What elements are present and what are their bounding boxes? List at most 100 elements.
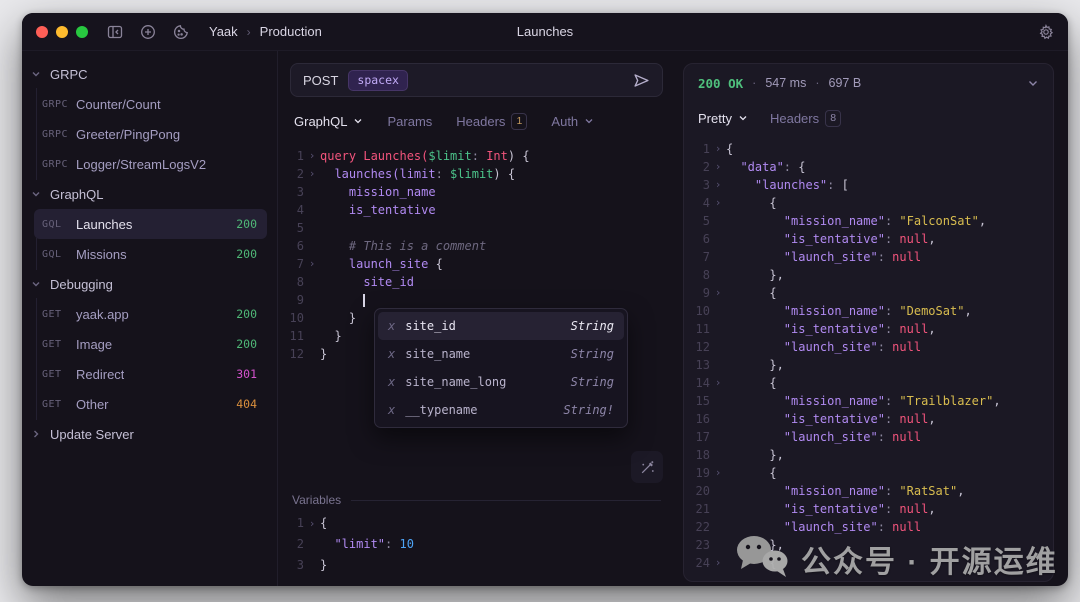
sidebar-item-redirect[interactable]: GETRedirect301: [34, 359, 267, 389]
line-number: 5: [684, 212, 710, 230]
new-request-icon[interactable]: [139, 23, 156, 40]
url-bar[interactable]: POST spacex: [290, 63, 663, 97]
code-line[interactable]: 3› "launches": [: [684, 176, 1053, 194]
sidebar-section-update-server[interactable]: Update Server: [22, 419, 277, 449]
code-line[interactable]: 8 },: [684, 266, 1053, 284]
code-line[interactable]: 14› {: [684, 374, 1053, 392]
fold-arrow-icon[interactable]: ›: [710, 194, 726, 212]
code-line[interactable]: 1›{: [278, 513, 675, 534]
response-body[interactable]: 1›{2› "data": {3› "launches": [4› {5 "mi…: [684, 134, 1053, 581]
sidebar-section-graphql[interactable]: GraphQL: [22, 179, 277, 209]
code-line[interactable]: 6 "is_tentative": null,: [684, 230, 1053, 248]
code-line[interactable]: 22 "launch_site": null: [684, 518, 1053, 536]
code-line[interactable]: 4› {: [684, 194, 1053, 212]
line-content: mission_name: [320, 183, 675, 201]
autocomplete-option-site_id[interactable]: xsite_idString: [378, 312, 624, 340]
response-menu-chevron-icon[interactable]: [1027, 77, 1039, 89]
url-environment-badge[interactable]: spacex: [348, 70, 408, 91]
code-line[interactable]: 11 "is_tentative": null,: [684, 320, 1053, 338]
fold-arrow-icon[interactable]: ›: [710, 140, 726, 158]
autocomplete-option-__typename[interactable]: x__typenameString!: [378, 396, 624, 424]
fold-arrow-icon[interactable]: ›: [710, 374, 726, 392]
code-line[interactable]: 5: [278, 219, 675, 237]
request-tab-headers[interactable]: Headers1: [456, 113, 527, 130]
sidebar-item-logger-streamlogsv2[interactable]: GRPCLogger/StreamLogsV2: [34, 149, 267, 179]
code-line[interactable]: 1›query Launches($limit: Int) {: [278, 147, 675, 165]
code-line[interactable]: 15 "mission_name": "Trailblazer",: [684, 392, 1053, 410]
zoom-window-button[interactable]: [76, 26, 88, 38]
code-line[interactable]: 21 "is_tentative": null,: [684, 500, 1053, 518]
code-line[interactable]: 16 "is_tentative": null,: [684, 410, 1053, 428]
code-line[interactable]: 1›{: [684, 140, 1053, 158]
code-line[interactable]: 9: [278, 291, 675, 309]
environment-name[interactable]: Production: [260, 24, 322, 39]
code-line[interactable]: 20 "mission_name": "RatSat",: [684, 482, 1053, 500]
minimize-window-button[interactable]: [56, 26, 68, 38]
autocomplete-option-site_name[interactable]: xsite_nameString: [378, 340, 624, 368]
code-line[interactable]: 19› {: [684, 464, 1053, 482]
breadcrumb[interactable]: Yaak › Production: [209, 24, 322, 39]
sidebar-section-grpc[interactable]: GRPC: [22, 59, 277, 89]
fold-arrow-icon[interactable]: ›: [304, 147, 320, 165]
format-query-button[interactable]: [631, 451, 663, 483]
sidebar-section-debugging[interactable]: Debugging: [22, 269, 277, 299]
code-line[interactable]: 4 is_tentative: [278, 201, 675, 219]
chevron-down-icon[interactable]: [30, 189, 42, 199]
line-number: 13: [684, 356, 710, 374]
sidebar-item-other[interactable]: GETOther404: [34, 389, 267, 419]
cookies-icon[interactable]: [172, 23, 189, 40]
chevron-right-icon[interactable]: [30, 429, 42, 439]
tab-count-badge: 1: [511, 113, 527, 130]
sidebar-item-missions[interactable]: GQLMissions200: [34, 239, 267, 269]
code-line[interactable]: 2› launches(limit: $limit) {: [278, 165, 675, 183]
fold-arrow-icon[interactable]: ›: [710, 554, 726, 572]
code-line[interactable]: 3 mission_name: [278, 183, 675, 201]
code-line[interactable]: 6 # This is a comment: [278, 237, 675, 255]
code-line[interactable]: 23 },: [684, 536, 1053, 554]
sidebar-item-launches[interactable]: GQLLaunches200: [34, 209, 267, 239]
fold-arrow-icon[interactable]: ›: [304, 165, 320, 183]
code-line[interactable]: 9› {: [684, 284, 1053, 302]
request-tab-params[interactable]: Params: [387, 114, 432, 129]
fold-arrow-icon[interactable]: ›: [304, 255, 320, 273]
fold-arrow-icon[interactable]: ›: [710, 284, 726, 302]
fold-arrow-icon[interactable]: ›: [710, 464, 726, 482]
code-line[interactable]: 7› launch_site {: [278, 255, 675, 273]
code-line[interactable]: 12 "launch_site": null: [684, 338, 1053, 356]
code-line[interactable]: 24› {: [684, 554, 1053, 572]
toggle-sidebar-icon[interactable]: [106, 23, 123, 40]
settings-gear-icon[interactable]: [1037, 23, 1054, 40]
fold-gutter: [304, 555, 320, 576]
sidebar-item-image[interactable]: GETImage200: [34, 329, 267, 359]
code-line[interactable]: 2 "limit": 10: [278, 534, 675, 555]
line-number: 3: [278, 183, 304, 201]
send-request-icon[interactable]: [633, 72, 650, 89]
sidebar-item-yaak-app[interactable]: GETyaak.app200: [34, 299, 267, 329]
code-line[interactable]: 5 "mission_name": "FalconSat",: [684, 212, 1053, 230]
fold-arrow-icon[interactable]: ›: [304, 513, 320, 534]
code-line[interactable]: 13 },: [684, 356, 1053, 374]
request-tab-graphql[interactable]: GraphQL: [294, 114, 363, 129]
line-number: 15: [684, 392, 710, 410]
autocomplete-option-site_name_long[interactable]: xsite_name_longString: [378, 368, 624, 396]
sidebar-item-greeter-pingpong[interactable]: GRPCGreeter/PingPong: [34, 119, 267, 149]
code-line[interactable]: 7 "launch_site": null: [684, 248, 1053, 266]
code-line[interactable]: 18 },: [684, 446, 1053, 464]
close-window-button[interactable]: [36, 26, 48, 38]
request-tab-auth[interactable]: Auth: [551, 114, 594, 129]
response-tab-headers[interactable]: Headers8: [770, 110, 841, 127]
fold-arrow-icon[interactable]: ›: [710, 158, 726, 176]
code-line[interactable]: 8 site_id: [278, 273, 675, 291]
code-line[interactable]: 3}: [278, 555, 675, 576]
response-time: 547 ms: [765, 76, 806, 90]
code-line[interactable]: 2› "data": {: [684, 158, 1053, 176]
fold-arrow-icon[interactable]: ›: [710, 176, 726, 194]
code-line[interactable]: 10 "mission_name": "DemoSat",: [684, 302, 1053, 320]
variables-editor[interactable]: 1›{2 "limit": 103}: [278, 513, 675, 576]
workspace-name[interactable]: Yaak: [209, 24, 238, 39]
chevron-down-icon[interactable]: [30, 279, 42, 289]
code-line[interactable]: 17 "launch_site": null: [684, 428, 1053, 446]
sidebar-item-counter-count[interactable]: GRPCCounter/Count: [34, 89, 267, 119]
response-tab-pretty[interactable]: Pretty: [698, 111, 748, 126]
chevron-down-icon[interactable]: [30, 69, 42, 79]
